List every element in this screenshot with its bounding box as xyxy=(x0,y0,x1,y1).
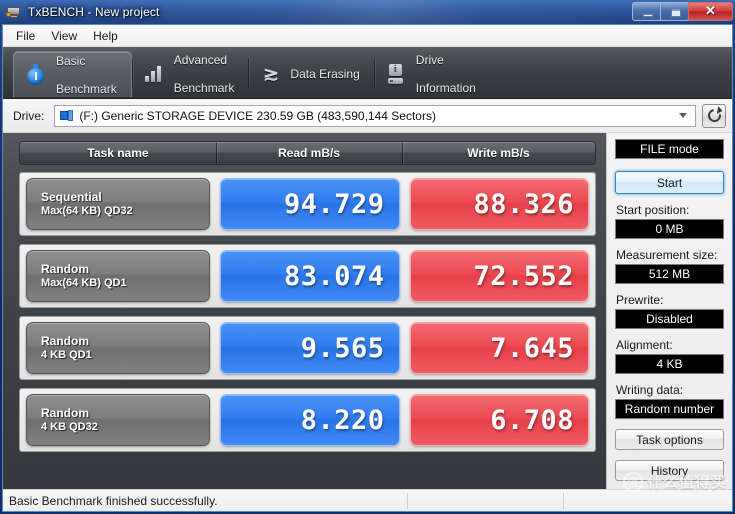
write-value-cell: 6.708 xyxy=(409,394,589,446)
tab-data-erasing-line1: Data Erasing xyxy=(290,67,360,81)
task-name-line2: 4 KB QD32 xyxy=(41,421,98,433)
write-value-cell: 72.552 xyxy=(409,250,589,302)
tab-drive-information-line1: Drive xyxy=(415,53,444,67)
table-row: Random 4 KB QD32 8.220 6.708 xyxy=(19,388,596,452)
menu-item-file[interactable]: File xyxy=(8,27,43,45)
write-value: 88.326 xyxy=(473,188,574,220)
task-options-button[interactable]: Task options xyxy=(615,429,724,450)
application-window: TxBENCH - New project ✕ File View Help B… xyxy=(0,0,735,514)
table-row: Random Max(64 KB) QD1 83.074 72.552 xyxy=(19,244,596,308)
start-position-value[interactable]: 0 MB xyxy=(615,219,724,239)
writing-data-value[interactable]: Random number xyxy=(615,399,724,419)
column-header-read: Read mB/s xyxy=(216,143,402,163)
tab-strip: Basic Benchmark Advanced Benchmark ≳ Dat… xyxy=(3,47,732,99)
drive-select-value: (F:) Generic STORAGE DEVICE 230.59 GB (4… xyxy=(79,108,436,123)
status-divider xyxy=(563,492,564,509)
task-name-line1: Sequential xyxy=(41,190,102,204)
task-name-cell: Sequential Max(64 KB) QD32 xyxy=(26,178,210,230)
tab-data-erasing-label: Data Erasing xyxy=(290,53,359,95)
tab-basic-benchmark[interactable]: Basic Benchmark xyxy=(13,51,132,97)
drive-info-icon xyxy=(384,61,408,87)
task-name-cell: Random Max(64 KB) QD1 xyxy=(26,250,210,302)
drive-icon xyxy=(60,110,74,121)
tab-advanced-benchmark[interactable]: Advanced Benchmark xyxy=(131,51,249,97)
measurement-size-value[interactable]: 512 MB xyxy=(615,264,724,284)
read-value-cell: 9.565 xyxy=(220,322,400,374)
close-button[interactable]: ✕ xyxy=(688,1,733,21)
task-name-line1: Random xyxy=(41,262,89,276)
status-divider xyxy=(407,492,408,509)
app-icon xyxy=(6,4,22,20)
write-value-cell: 88.326 xyxy=(409,178,589,230)
tab-advanced-benchmark-label: Advanced Benchmark xyxy=(174,39,235,109)
alignment-label: Alignment: xyxy=(616,338,673,352)
tab-basic-benchmark-line1: Basic xyxy=(56,53,86,68)
tab-drive-information-line2: Information xyxy=(415,81,476,95)
writing-data-label: Writing data: xyxy=(616,383,684,397)
tab-data-erasing[interactable]: ≳ Data Erasing xyxy=(248,51,373,97)
mode-display: FILE mode xyxy=(615,139,724,159)
write-value: 6.708 xyxy=(490,404,574,436)
status-bar: Basic Benchmark finished successfully. xyxy=(3,489,732,511)
task-name-cell: Random 4 KB QD32 xyxy=(26,394,210,446)
column-header-write: Write mB/s xyxy=(402,143,595,163)
drive-select[interactable]: (F:) Generic STORAGE DEVICE 230.59 GB (4… xyxy=(54,104,696,127)
client-area: File View Help Basic Benchmark Advanced … xyxy=(2,24,733,512)
results-header-row: Task name Read mB/s Write mB/s xyxy=(19,141,596,165)
body-split: Task name Read mB/s Write mB/s Sequentia… xyxy=(3,133,732,489)
options-sidebar: FILE mode Start Start position: 0 MB Mea… xyxy=(606,133,732,489)
task-name-cell: Random 4 KB QD1 xyxy=(26,322,210,374)
read-value: 83.074 xyxy=(283,260,385,292)
read-value: 94.729 xyxy=(283,188,385,220)
tab-basic-benchmark-line2: Benchmark xyxy=(56,81,117,96)
shred-icon: ≳ xyxy=(262,63,279,85)
task-name-line2: Max(64 KB) QD32 xyxy=(41,205,133,217)
alignment-value[interactable]: 4 KB xyxy=(615,354,724,374)
window-title: TxBENCH - New project xyxy=(28,5,160,19)
minimize-button[interactable] xyxy=(632,1,661,21)
drive-label: Drive: xyxy=(13,108,45,123)
history-button[interactable]: History xyxy=(615,460,724,481)
minimize-icon xyxy=(643,13,653,17)
menu-item-file-label: File xyxy=(16,28,36,43)
refresh-drives-button[interactable] xyxy=(702,103,726,128)
prewrite-label: Prewrite: xyxy=(616,293,664,307)
tab-drive-information[interactable]: Drive Information xyxy=(373,51,490,97)
drive-selection-row: Drive: (F:) Generic STORAGE DEVICE 230.5… xyxy=(3,99,732,133)
read-value: 9.565 xyxy=(300,332,385,364)
prewrite-value[interactable]: Disabled xyxy=(615,309,724,329)
window-controls: ✕ xyxy=(632,1,733,21)
chevron-down-icon xyxy=(679,112,687,118)
table-row: Random 4 KB QD1 9.565 7.645 xyxy=(19,316,596,380)
read-value-cell: 94.729 xyxy=(220,178,400,230)
task-name-line1: Random xyxy=(41,334,89,348)
write-value-cell: 7.645 xyxy=(409,322,589,374)
tab-basic-benchmark-label: Basic Benchmark xyxy=(56,40,117,110)
measurement-size-label: Measurement size: xyxy=(616,248,718,262)
read-value-cell: 8.220 xyxy=(220,394,400,446)
task-name-line1: Random xyxy=(41,406,89,420)
write-value: 7.645 xyxy=(490,332,574,364)
stopwatch-icon xyxy=(24,62,48,88)
read-value-cell: 83.074 xyxy=(220,250,400,302)
maximize-icon xyxy=(671,7,681,17)
status-message: Basic Benchmark finished successfully. xyxy=(9,493,218,508)
table-row: Sequential Max(64 KB) QD32 94.729 88.326 xyxy=(19,172,596,236)
tab-advanced-benchmark-line1: Advanced xyxy=(173,53,228,67)
read-value: 8.220 xyxy=(300,404,385,436)
start-position-label: Start position: xyxy=(616,203,690,217)
bar-chart-icon xyxy=(142,61,166,87)
start-button[interactable]: Start xyxy=(615,171,724,194)
title-bar: TxBENCH - New project ✕ xyxy=(0,0,735,24)
maximize-button[interactable] xyxy=(660,1,689,21)
task-name-line2: Max(64 KB) QD1 xyxy=(41,277,127,289)
benchmark-results-panel: Task name Read mB/s Write mB/s Sequentia… xyxy=(3,133,606,489)
task-name-line2: 4 KB QD1 xyxy=(41,349,92,361)
write-value: 72.552 xyxy=(473,260,574,292)
tab-drive-information-label: Drive Information xyxy=(416,39,476,109)
column-header-task-name: Task name xyxy=(87,146,149,160)
close-icon: ✕ xyxy=(705,3,716,18)
tab-advanced-benchmark-line2: Benchmark xyxy=(173,81,235,95)
